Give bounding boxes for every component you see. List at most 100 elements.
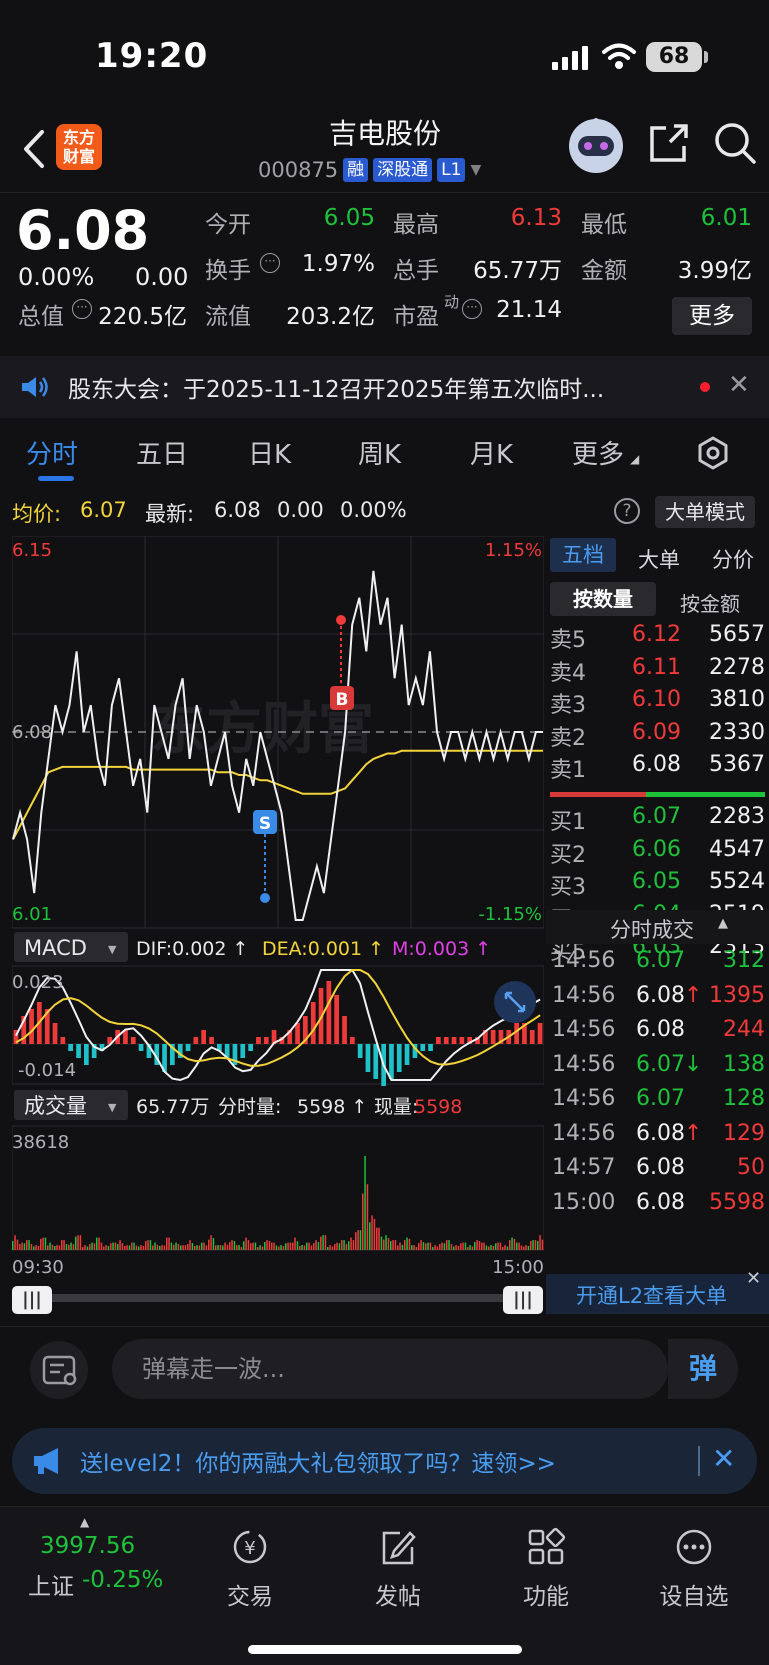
index-name[interactable]: 上证	[28, 1567, 74, 1601]
ask-row[interactable]: 卖5 6.12 5657	[550, 622, 765, 654]
volume-bar	[357, 1230, 359, 1250]
volume-bar	[107, 1246, 110, 1250]
volume-bar	[201, 1242, 203, 1250]
active-tab-indicator	[38, 476, 74, 481]
nav-watchlist[interactable]: 设自选	[644, 1527, 744, 1611]
field-value-pe: 21.14	[496, 297, 562, 323]
volume-bar	[385, 1235, 387, 1250]
tab-five-day[interactable]: 五日	[136, 434, 188, 471]
tab-monthly-k[interactable]: 月K	[470, 434, 513, 471]
close-icon[interactable]: ✕	[746, 1268, 761, 1289]
nav-functions[interactable]: 功能	[496, 1527, 596, 1611]
ticks-header[interactable]: 分时成交 ▲	[546, 910, 769, 944]
tick-volume: 244	[723, 1017, 765, 1042]
bid-row[interactable]: 买2 6.06 4547	[550, 837, 765, 869]
volume-bar	[145, 1241, 147, 1250]
volume-bar	[411, 1245, 413, 1250]
l2-banner[interactable]: 开通L2查看大单 ✕	[546, 1268, 769, 1314]
info-icon[interactable]: ···	[72, 299, 92, 319]
back-icon[interactable]	[14, 124, 58, 174]
volume-bar	[495, 1243, 497, 1250]
tick-time: 14:56	[552, 1051, 616, 1077]
volume-bar	[12, 1241, 14, 1250]
ask-row[interactable]: 卖2 6.09 2330	[550, 720, 765, 752]
tab-five-levels[interactable]: 五档	[550, 538, 616, 572]
volume-bar	[105, 1245, 107, 1250]
share-icon[interactable]	[646, 120, 692, 166]
tab-price-distribution[interactable]: 分价	[712, 544, 754, 574]
nav-post-label: 发帖	[375, 1584, 421, 1610]
macd-bar	[451, 1037, 457, 1044]
macd-dea: DEA:0.001 ↑	[262, 938, 384, 960]
volume-bar	[355, 1232, 357, 1250]
volume-total: 65.77万	[136, 1096, 209, 1118]
intraday-chart[interactable]: 东方财富 6.15 6.08 6.01 1.15% -1.15% S B MAC…	[12, 536, 544, 1281]
volume-bar	[366, 1184, 369, 1250]
volume-bar	[399, 1242, 401, 1250]
volume-bar	[455, 1245, 457, 1250]
tick-time: 14:56	[552, 948, 616, 973]
help-icon[interactable]: ?	[614, 498, 640, 524]
volume-bar	[418, 1243, 420, 1250]
tab-big-orders[interactable]: 大单	[638, 544, 680, 574]
info-icon[interactable]: ···	[462, 299, 482, 319]
bid-row[interactable]: 买3 6.05 5524	[550, 869, 765, 901]
ask-label: 卖2	[550, 725, 586, 751]
volume-bar	[77, 1235, 79, 1250]
volume-bar	[100, 1242, 103, 1250]
subtab-by-quantity[interactable]: 按数量	[550, 582, 656, 616]
volume-bar	[219, 1245, 222, 1250]
danmu-input[interactable]: 弹幕走一波...	[112, 1339, 668, 1399]
slider-handle-right[interactable]: |||	[503, 1286, 543, 1314]
close-icon[interactable]: ✕	[728, 370, 750, 400]
slider-handle-left[interactable]: |||	[12, 1286, 52, 1314]
tick-volume: 129	[723, 1120, 765, 1146]
nav-post[interactable]: 发帖	[348, 1527, 448, 1611]
volume-bar	[54, 1246, 56, 1250]
gear-icon[interactable]	[696, 436, 730, 470]
volume-bar	[541, 1239, 544, 1250]
volume-bar	[343, 1240, 345, 1250]
ask-row[interactable]: 卖4 6.11 2278	[550, 655, 765, 687]
notice-text: 股东大会：于2025-11-12召开2025年第五次临时...	[68, 377, 605, 403]
danmu-settings-icon[interactable]	[30, 1341, 88, 1399]
subtab-by-amount[interactable]: 按金额	[680, 588, 740, 617]
volume-bar	[373, 1218, 376, 1250]
more-circle-icon	[676, 1529, 712, 1565]
ask-row[interactable]: 卖1 6.08 5367	[550, 752, 765, 784]
danmu-send-button[interactable]: 弹	[668, 1339, 738, 1399]
bid-row[interactable]: 买1 6.07 2283	[550, 804, 765, 836]
big-order-mode-button[interactable]: 大单模式	[655, 496, 755, 528]
tab-intraday[interactable]: 分时	[26, 434, 78, 471]
promo-banner[interactable]: 送level2！你的两融大礼包领取了吗？速领>> ✕	[12, 1428, 757, 1494]
tab-daily-k[interactable]: 日K	[248, 434, 291, 471]
tab-more[interactable]: 更多	[572, 434, 624, 471]
close-icon[interactable]: ✕	[712, 1442, 735, 1475]
tick-price: 6.07	[636, 1051, 685, 1077]
speaker-icon	[22, 377, 48, 397]
volume-bar	[166, 1237, 168, 1250]
search-icon[interactable]	[712, 120, 758, 166]
volume-bar	[182, 1245, 184, 1250]
time-range-slider[interactable]	[12, 1294, 542, 1302]
volume-bar	[352, 1240, 355, 1250]
trade-icon: ¥	[233, 1530, 267, 1564]
caret-down-icon: ▼	[470, 162, 482, 178]
robot-assistant-icon[interactable]	[566, 116, 626, 174]
volume-panel-border	[12, 1125, 544, 1251]
stock-code-row[interactable]: 000875 融 深股通 L1 ▼	[258, 158, 481, 182]
index-pct[interactable]: -0.25%	[82, 1567, 163, 1593]
macd-bar	[209, 1037, 214, 1044]
volume-bar	[448, 1240, 450, 1250]
nav-trade[interactable]: ¥ 交易	[200, 1527, 300, 1611]
ask-row[interactable]: 卖3 6.10 3810	[550, 687, 765, 719]
volume-bar	[439, 1244, 441, 1250]
index-value[interactable]: 3997.56	[40, 1533, 135, 1559]
battery-icon: 68	[646, 42, 702, 72]
more-button[interactable]: 更多	[672, 297, 752, 335]
volume-bar	[359, 1230, 362, 1250]
tab-weekly-k[interactable]: 周K	[358, 434, 401, 471]
info-icon[interactable]: ···	[260, 253, 280, 273]
volume-bar	[135, 1245, 138, 1250]
notice-bar[interactable]: 股东大会：于2025-11-12召开2025年第五次临时... ✕	[0, 356, 769, 418]
